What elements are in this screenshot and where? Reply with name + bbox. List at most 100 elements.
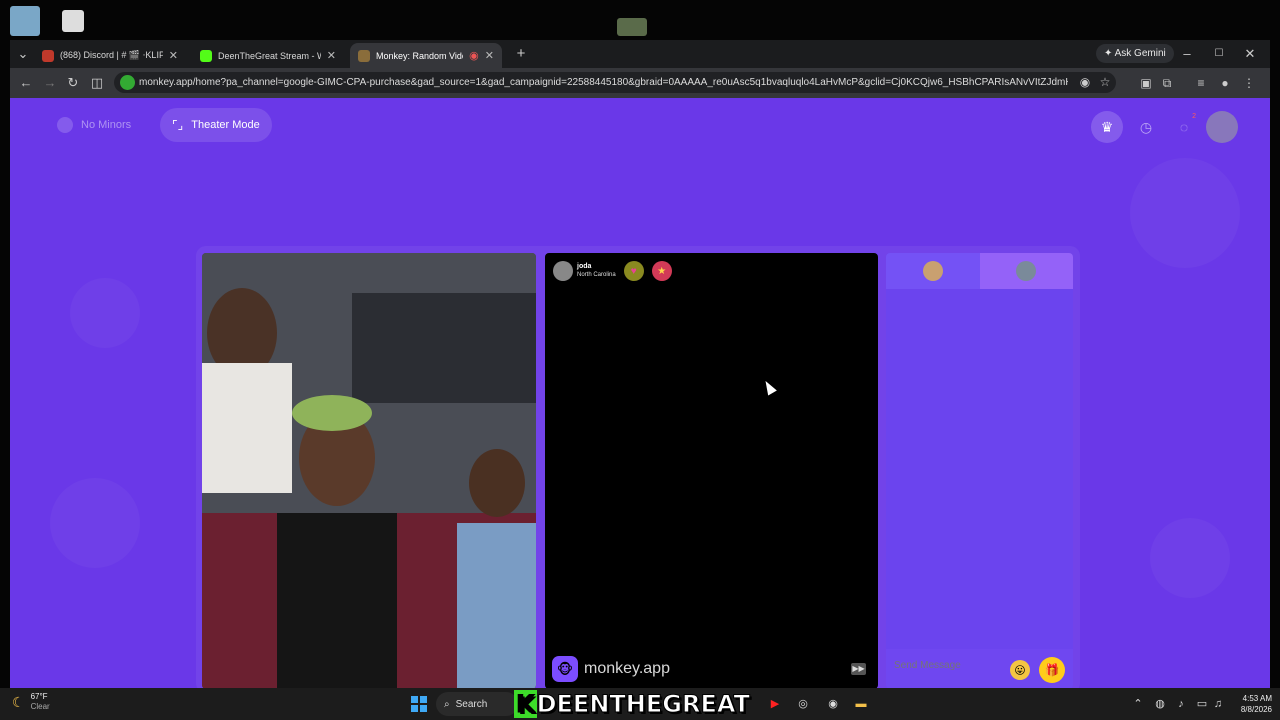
reload-icon[interactable]: ↻ xyxy=(63,73,83,93)
weather-condition: Clear xyxy=(30,702,50,711)
expand-icon: ⌜⌟ xyxy=(172,118,184,132)
close-icon[interactable]: ✕ xyxy=(327,49,336,62)
remote-video-feed: joda North Carolina ♥ ★ 🐵 monkey.app ▶▶ xyxy=(545,253,878,688)
tab-title: Monkey: Random Video Chat xyxy=(376,50,463,61)
tab-monkey[interactable]: Monkey: Random Video Chat ◉ ✕ xyxy=(350,43,502,68)
tab-deenthegreat-stream[interactable]: DeenTheGreat Stream - Watch ✕ xyxy=(192,43,344,68)
brand-watermark: 🐵 monkey.app xyxy=(552,656,670,682)
discord-icon xyxy=(42,49,54,62)
peer-chat-avatar xyxy=(1016,261,1037,281)
recycle-bin-icon[interactable] xyxy=(10,6,40,36)
display-icon[interactable]: ▭ xyxy=(1194,696,1210,712)
reward-badge-icon[interactable]: ★ xyxy=(651,261,672,281)
streamer-overlay: KDEENTHEGREAT xyxy=(514,690,750,719)
tab-bar: ⌄ (868) Discord | # 🎬 ⋅KLIPZ | &👾 ✕ Deen… xyxy=(10,40,1270,68)
skip-forward-icon[interactable]: ▶▶ xyxy=(851,663,866,675)
weather-widget[interactable]: ☾ 67°F Clear xyxy=(12,692,50,712)
chat-bubble-icon[interactable]: ◌ 2 xyxy=(1168,111,1200,143)
peer-avatar[interactable] xyxy=(553,261,573,281)
streamer-name: DEENTHEGREAT xyxy=(536,690,750,719)
menu-icon[interactable]: ⋮ xyxy=(1240,74,1258,92)
browser-window: ⌄ (868) Discord | # 🎬 ⋅KLIPZ | &👾 ✕ Deen… xyxy=(10,40,1270,688)
chat-panel: 😛 🎁 xyxy=(886,253,1073,688)
extension-badge-icon[interactable]: ▣ xyxy=(1137,74,1155,92)
user-avatar[interactable] xyxy=(1206,111,1238,143)
bookmark-star-icon[interactable]: ☆ xyxy=(1096,73,1114,91)
taskbar-search[interactable]: ⌕ Search xyxy=(436,692,518,716)
theater-mode-button[interactable]: ⌜⌟ Theater Mode xyxy=(160,108,272,142)
split-view-icon[interactable]: ◫ xyxy=(87,73,107,93)
system-clock[interactable]: 4:53 AM 8/8/2026 xyxy=(1228,693,1272,715)
volume-icon[interactable]: ♫ xyxy=(1210,696,1226,712)
peer-name: joda xyxy=(577,263,592,270)
clock-time: 4:53 AM xyxy=(1242,694,1272,703)
heart-badge-icon[interactable]: ♥ xyxy=(623,261,644,281)
extensions-puzzle-icon[interactable]: ⧉ xyxy=(1158,74,1176,92)
clock-date: 8/8/2026 xyxy=(1240,705,1272,714)
chat-tabs xyxy=(886,253,1073,289)
tab-title: DeenTheGreat Stream - Watch xyxy=(218,50,321,61)
kick-icon xyxy=(200,49,212,62)
brand-name: monkey.app xyxy=(584,660,670,677)
self-avatar xyxy=(922,261,943,281)
ask-gemini-button[interactable]: ✦ Ask Gemini xyxy=(1096,44,1174,63)
maximize-icon[interactable]: ☐ xyxy=(1208,44,1230,64)
back-icon[interactable]: ← xyxy=(16,73,36,93)
monkey-app-page: No Minors ⌜⌟ Theater Mode ♛ ◷ ◌ 2 joda N… xyxy=(10,98,1270,688)
network-icon[interactable]: ◍ xyxy=(1152,696,1168,712)
chat-tab-self[interactable] xyxy=(886,253,980,289)
desktop-shortcut-icon[interactable] xyxy=(62,10,84,32)
microphone-icon[interactable]: ♪ xyxy=(1173,696,1189,712)
desktop-folder-icon[interactable] xyxy=(617,18,647,36)
taskbar: ☾ 67°F Clear ⌕ Search KDEENTHEGREAT ▶ ◎ … xyxy=(0,688,1280,720)
monkey-logo-icon: 🐵 xyxy=(552,656,578,682)
kick-logo-icon: K xyxy=(514,690,537,719)
close-icon[interactable]: ✕ xyxy=(169,49,178,62)
background-blob xyxy=(1130,158,1240,268)
search-icon: ⌕ xyxy=(444,698,450,710)
history-clock-icon[interactable]: ◷ xyxy=(1130,111,1162,143)
youtube-icon[interactable]: ▶ xyxy=(767,696,783,712)
message-composer: 😛 🎁 xyxy=(886,649,1073,688)
media-controls-icon[interactable]: ≡ xyxy=(1192,74,1210,92)
peer-location: North Carolina xyxy=(577,272,616,278)
tray-chevron-icon[interactable]: ⌃ xyxy=(1130,696,1146,712)
chat-tab-peer[interactable] xyxy=(979,253,1073,289)
weather-temp: 67°F xyxy=(30,692,48,701)
file-explorer-icon[interactable]: ▬ xyxy=(853,696,869,712)
url-text[interactable]: monkey.app/home?pa_channel=google-GIMC-C… xyxy=(139,72,1068,93)
ask-gemini-label: Ask Gemini xyxy=(1114,48,1166,59)
minimize-icon[interactable]: – xyxy=(1176,44,1198,64)
search-label: Search xyxy=(455,698,488,710)
notification-badge: 2 xyxy=(1192,113,1196,120)
recording-icon: ◉ xyxy=(469,50,479,62)
forward-icon[interactable]: → xyxy=(40,73,60,93)
close-icon[interactable]: ✕ xyxy=(485,49,494,62)
extension-icon[interactable]: ◉ xyxy=(1076,73,1094,91)
new-tab-button[interactable]: + xyxy=(510,44,532,64)
gift-icon[interactable]: 🎁 xyxy=(1039,657,1065,683)
close-window-icon[interactable]: ✕ xyxy=(1239,44,1261,64)
tab-discord[interactable]: (868) Discord | # 🎬 ⋅KLIPZ | &👾 ✕ xyxy=(34,43,186,68)
weather-text: 67°F Clear xyxy=(31,692,50,712)
background-blob xyxy=(50,478,140,568)
no-minors-toggle[interactable]: No Minors xyxy=(45,108,143,142)
peer-text: joda North Carolina xyxy=(577,263,616,279)
steam-icon[interactable]: ◎ xyxy=(795,696,811,712)
moon-icon: ☾ xyxy=(12,693,25,710)
emoji-icon[interactable]: 😛 xyxy=(1010,660,1030,680)
background-blob xyxy=(1150,518,1230,598)
address-bar: ← → ↻ ◫ monkey.app/home?pa_channel=googl… xyxy=(10,68,1270,98)
camera-feed-image xyxy=(202,253,536,688)
tab-title: (868) Discord | # 🎬 ⋅KLIPZ | &👾 xyxy=(60,50,163,60)
send-message-input[interactable] xyxy=(894,657,1004,673)
profile-icon[interactable]: ● xyxy=(1216,74,1234,92)
crown-icon[interactable]: ♛ xyxy=(1091,111,1123,143)
tab-search-chevron-icon[interactable]: ⌄ xyxy=(12,44,34,64)
url-box[interactable]: monkey.app/home?pa_channel=google-GIMC-C… xyxy=(114,72,1116,93)
site-info-icon[interactable] xyxy=(120,75,135,90)
no-minors-label: No Minors xyxy=(81,119,132,131)
chrome-icon[interactable]: ◉ xyxy=(825,696,841,712)
peer-info: joda North Carolina ♥ ★ xyxy=(553,261,672,281)
start-button-windows-icon[interactable] xyxy=(411,696,427,712)
